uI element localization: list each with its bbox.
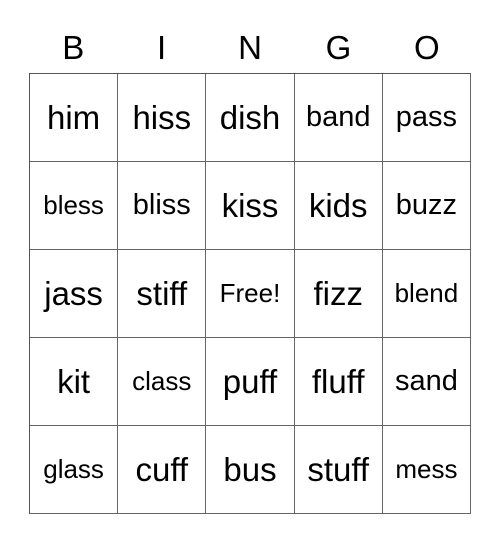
bingo-grid: him hiss dish band pass bless bliss kiss… bbox=[29, 73, 471, 514]
bingo-cell: bless bbox=[30, 162, 119, 250]
bingo-cell: him bbox=[30, 74, 119, 162]
bingo-cell: kit bbox=[30, 338, 119, 426]
bingo-cell: mess bbox=[382, 426, 471, 514]
bingo-cell: glass bbox=[30, 426, 119, 514]
bingo-cell: stuff bbox=[294, 426, 383, 514]
bingo-cell: stiff bbox=[118, 250, 207, 338]
header-letter-o: O bbox=[413, 29, 440, 66]
bingo-cell: jass bbox=[30, 250, 119, 338]
header-letter-i: I bbox=[157, 29, 167, 66]
bingo-header: B I N G O bbox=[29, 26, 471, 70]
header-letter-g: G bbox=[325, 29, 352, 66]
header-letter-n: N bbox=[238, 29, 262, 66]
bingo-cell: dish bbox=[206, 74, 295, 162]
bingo-cell: cuff bbox=[118, 426, 207, 514]
bingo-cell: puff bbox=[206, 338, 295, 426]
bingo-cell: sand bbox=[382, 338, 471, 426]
bingo-cell: buzz bbox=[382, 162, 471, 250]
bingo-cell: bliss bbox=[118, 162, 207, 250]
header-letter-b: B bbox=[62, 29, 85, 66]
bingo-cell: kiss bbox=[206, 162, 295, 250]
bingo-cell: hiss bbox=[118, 74, 207, 162]
bingo-cell: class bbox=[118, 338, 207, 426]
bingo-cell: kids bbox=[294, 162, 383, 250]
bingo-cell: blend bbox=[382, 250, 471, 338]
free-space-cell: Free! bbox=[206, 250, 295, 338]
bingo-cell: fluff bbox=[294, 338, 383, 426]
bingo-cell: fizz bbox=[294, 250, 383, 338]
bingo-cell: bus bbox=[206, 426, 295, 514]
bingo-cell: pass bbox=[382, 74, 471, 162]
bingo-cell: band bbox=[294, 74, 383, 162]
